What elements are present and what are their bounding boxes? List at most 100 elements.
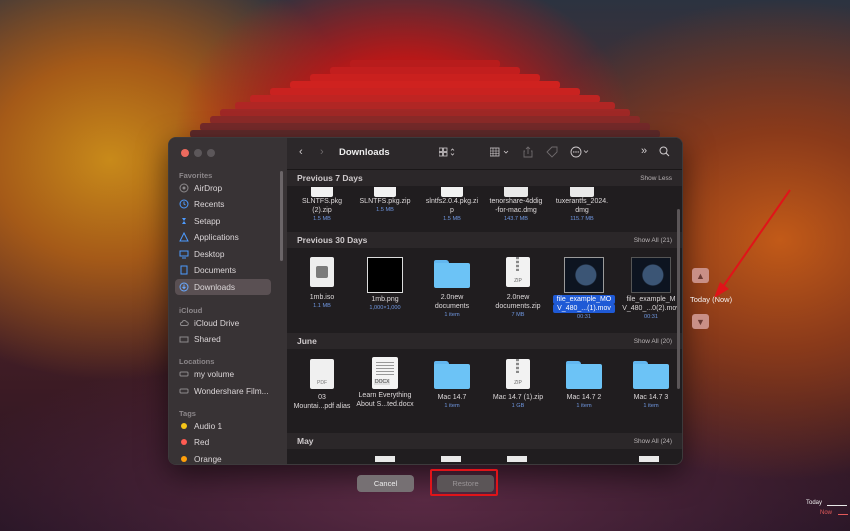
file-name: file_example_MO <box>553 295 615 304</box>
disk-image-icon <box>504 187 528 197</box>
file-item[interactable]: SLNTFS.pkg (2).zip 1.5 MB <box>291 187 353 222</box>
zoom-window-button[interactable] <box>207 149 215 157</box>
file-meta: 1.1 MB <box>313 303 331 309</box>
grid-view-icon <box>438 147 455 157</box>
timeline-now-label: Now <box>820 510 833 516</box>
file-item[interactable]: tenorshare-4ddig -for-mac.dmg 143.7 MB <box>485 187 547 222</box>
file-item[interactable]: 2.0new documents 1 item <box>421 260 483 318</box>
folder-icon <box>633 361 669 389</box>
finder-window: Favorites AirDrop Recents Setapp Applica… <box>168 137 683 465</box>
timeline-tick-now <box>838 514 848 515</box>
file-meta: 1.5 MB <box>443 216 461 222</box>
zip-file-icon <box>441 187 463 197</box>
file-item[interactable]: DOCX Learn Everything About S...ted.docx <box>354 357 416 409</box>
share-icon <box>523 146 533 158</box>
forward-button[interactable]: › <box>320 146 324 158</box>
file-item[interactable]: 1mb.png 1,000×1,000 <box>354 257 416 311</box>
sidebar-item-recents[interactable]: Recents <box>175 196 271 212</box>
sidebar-tag-audio-1[interactable]: Audio 1 <box>175 418 271 434</box>
docx-file-icon: DOCX <box>372 357 398 389</box>
file-item-peek <box>375 456 395 462</box>
sidebar-tag-orange[interactable]: Orange <box>175 451 271 464</box>
sidebar-item-wondershare[interactable]: Wondershare Film... <box>175 383 271 399</box>
sidebar-item-desktop[interactable]: Desktop <box>175 246 271 262</box>
sidebar-item-documents[interactable]: Documents <box>175 262 271 278</box>
file-name: 1mb.iso <box>309 294 335 301</box>
sidebar-item-label: Red <box>194 437 210 447</box>
file-item[interactable]: ZIP 2.0new documents.zip 7 MB <box>487 257 549 318</box>
tag-icon <box>546 146 558 158</box>
file-name: file_example_M <box>626 296 676 303</box>
sidebar-item-airdrop[interactable]: AirDrop <box>175 180 271 196</box>
sidebar-item-label: my volume <box>194 369 235 379</box>
sidebar-item-label: Setapp <box>194 216 221 226</box>
file-item[interactable]: Mac 14.7 3 1 item <box>620 361 682 409</box>
sidebar-item-applications[interactable]: Applications <box>175 229 271 245</box>
minimize-window-button[interactable] <box>194 149 202 157</box>
applications-icon <box>179 232 189 242</box>
sidebar-item-label: iCloud Drive <box>194 318 240 328</box>
search-button[interactable] <box>659 146 670 160</box>
toolbar: ‹ › Downloads » <box>287 138 682 170</box>
sidebar-item-downloads[interactable]: Downloads <box>175 279 271 295</box>
show-less-button[interactable]: Show Less <box>640 175 672 182</box>
more-toolbar-button[interactable]: » <box>641 145 647 157</box>
folder-icon <box>566 361 602 389</box>
file-item[interactable]: file_example_M V_480_...0(2).mov 00:31 <box>620 257 682 320</box>
file-meta: 1 item <box>643 403 659 409</box>
show-all-button[interactable]: Show All (24) <box>634 438 672 445</box>
clock-icon <box>179 199 189 209</box>
sidebar-item-my-volume[interactable]: my volume <box>175 366 271 382</box>
sidebar-tag-red[interactable]: Red <box>175 434 271 450</box>
sidebar-item-icloud-drive[interactable]: iCloud Drive <box>175 315 271 331</box>
group-icon <box>489 147 509 157</box>
sidebar-section-favorites: Favorites <box>179 171 213 180</box>
close-window-button[interactable] <box>181 149 189 157</box>
pdf-alias-icon: PDF <box>310 359 334 389</box>
action-menu-button[interactable] <box>570 146 592 161</box>
file-item-selected[interactable]: file_example_MO V_480_...(1).mov 00:31 <box>553 257 615 320</box>
share-button[interactable] <box>523 146 533 161</box>
file-item[interactable]: PDF 03 Mountai...pdf alias <box>291 359 353 411</box>
file-name: Mac 14.7 (1).zip <box>492 394 544 401</box>
file-name: (2).zip <box>312 207 332 214</box>
annotation-arrow <box>714 189 791 298</box>
file-meta: 7 MB <box>511 312 525 318</box>
file-item[interactable]: SLNTFS.pkg.zip 1.5 MB <box>354 187 416 213</box>
sidebar-item-shared[interactable]: Shared <box>175 331 271 347</box>
shared-folder-icon <box>179 334 189 344</box>
sidebar-scrollbar[interactable] <box>280 171 283 261</box>
content-scrollbar[interactable] <box>677 209 680 389</box>
file-item[interactable]: ZIP Mac 14.7 (1).zip 1 GB <box>487 359 549 409</box>
file-list: Previous 7 Days Show Less SLNTFS.pkg (2)… <box>287 169 682 464</box>
file-meta: 1.5 MB <box>313 216 331 222</box>
file-item[interactable]: tuxerantfs_2024. dmg 115.7 MB <box>551 187 613 222</box>
drive-icon <box>179 369 189 379</box>
file-name: SLNTFS.pkg.zip <box>359 198 411 205</box>
group-by-button[interactable] <box>489 147 512 160</box>
file-name: 1mb.png <box>371 296 399 303</box>
time-machine-down-button[interactable]: ▼ <box>692 314 709 329</box>
back-button[interactable]: ‹ <box>299 146 303 158</box>
file-item[interactable]: Mac 14.7 1 item <box>421 361 483 409</box>
file-name: Mountai...pdf alias <box>293 403 351 410</box>
file-item[interactable]: slntfs2.0.4.pkg.zi p 1.5 MB <box>421 187 483 222</box>
folder-icon <box>434 361 470 389</box>
file-item[interactable]: 1mb.iso 1.1 MB <box>291 257 353 309</box>
sidebar: Favorites AirDrop Recents Setapp Applica… <box>169 138 288 464</box>
zip-file-icon: ZIP <box>506 257 530 287</box>
file-name: slntfs2.0.4.pkg.zi <box>425 198 479 205</box>
file-browser: ‹ › Downloads » Previous 7 Days Show Les… <box>287 138 682 464</box>
tag-dot-icon <box>179 421 189 431</box>
tag-button[interactable] <box>546 146 558 161</box>
sidebar-item-setapp[interactable]: Setapp <box>175 213 271 229</box>
cancel-button[interactable]: Cancel <box>357 475 414 492</box>
zip-file-icon <box>374 187 396 197</box>
view-mode-button[interactable] <box>438 147 457 160</box>
show-all-button[interactable]: Show All (20) <box>634 338 672 345</box>
sidebar-item-label: AirDrop <box>194 183 223 193</box>
file-meta: 00:31 <box>577 314 591 320</box>
show-all-button[interactable]: Show All (21) <box>634 237 672 244</box>
file-item[interactable]: Mac 14.7 2 1 item <box>553 361 615 409</box>
file-meta: 115.7 MB <box>570 216 594 222</box>
